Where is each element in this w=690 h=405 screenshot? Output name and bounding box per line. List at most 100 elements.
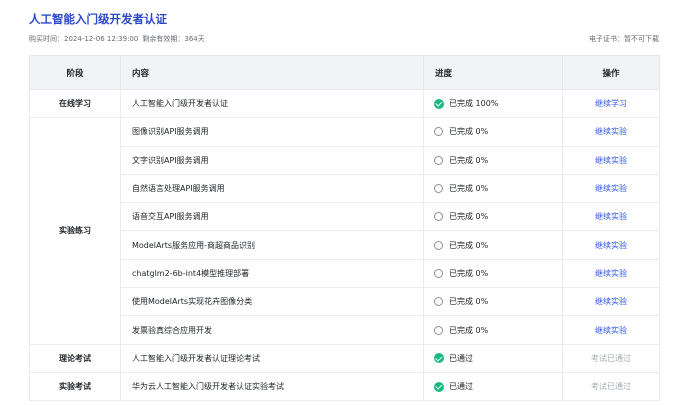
progress-cell: 已完成 0% — [423, 173, 563, 204]
continue-action-link[interactable]: 继续实验 — [595, 241, 627, 250]
progress-status: 已完成 0% — [434, 155, 562, 166]
content-cell: 自然语言处理API服务调用 — [120, 173, 424, 204]
empty-circle-icon — [434, 184, 443, 194]
progress-status: 已完成 0% — [434, 183, 562, 194]
table-row: 理论考试 人工智能入门级开发者认证理论考试 已通过 考试已通过 — [29, 343, 660, 373]
progress-text: 已完成 0% — [449, 268, 489, 278]
progress-cell: 已完成 0% — [423, 230, 563, 260]
stage-cell: 实验练习 — [29, 117, 121, 345]
stage-cell: 理论考试 — [29, 343, 121, 373]
progress-text: 已完成 0% — [449, 297, 489, 307]
progress-cell: 已完成 0% — [423, 258, 563, 289]
progress-text: 已通过 — [449, 382, 473, 392]
certificate-status: 电子证书：暂不可下载 — [589, 34, 659, 44]
continue-action-link[interactable]: 继续实验 — [595, 156, 627, 165]
check-circle-icon — [434, 98, 444, 109]
content-cell: 华为云人工智能入门级开发者认证实验考试 — [120, 371, 424, 402]
continue-action-link[interactable]: 继续实验 — [595, 297, 627, 306]
check-circle-icon — [434, 353, 444, 364]
content-cell: 发票验真综合应用开发 — [120, 315, 424, 345]
table-row: 自然语言处理API服务调用 已完成 0% 继续实验 — [30, 173, 660, 204]
progress-cell: 已完成 0% — [423, 315, 563, 345]
content-cell: ModelArts服务应用-商超商品识别 — [120, 230, 424, 260]
progress-status: 已完成 100% — [434, 98, 562, 109]
table-row: chatglm2-6b-int4模型推理部署 已完成 0% 继续实验 — [30, 258, 660, 289]
table-row: 使用ModelArts实现花卉图像分类 已完成 0% 继续实验 — [30, 287, 660, 317]
progress-cell: 已完成 100% — [423, 88, 563, 119]
progress-status: 已完成 0% — [434, 325, 562, 336]
course-title: 人工智能入门级开发者认证 — [29, 12, 167, 26]
column-header-content: 内容 — [120, 55, 424, 90]
table-row: 发票验真综合应用开发 已完成 0% 继续实验 — [30, 315, 660, 345]
table-row: ModelArts服务应用-商超商品识别 已完成 0% 继续实验 — [30, 230, 660, 260]
exam-passed-label: 考试已通过 — [591, 353, 631, 363]
continue-action-link[interactable]: 继续实验 — [595, 127, 627, 136]
action-cell: 继续实验 — [562, 145, 660, 175]
table-row: 在线学习 人工智能入门级开发者认证 已完成 100% 继续学习 — [29, 88, 660, 119]
table-row: 文字识别API服务调用 已完成 0% 继续实验 — [30, 145, 660, 175]
empty-circle-icon — [434, 212, 443, 222]
progress-status: 已完成 0% — [434, 126, 562, 137]
content-cell: 人工智能入门级开发者认证 — [120, 88, 424, 119]
action-cell: 考试已通过 — [562, 343, 660, 373]
continue-action-link[interactable]: 继续实验 — [595, 212, 627, 221]
certificate-value: 暂不可下载 — [624, 35, 659, 43]
progress-status: 已完成 0% — [434, 296, 562, 307]
progress-cell: 已通过 — [423, 343, 563, 373]
content-cell: 语音交互API服务调用 — [120, 202, 424, 232]
validity-value: 364天 — [184, 35, 205, 43]
empty-circle-icon — [434, 297, 443, 307]
progress-text: 已完成 0% — [449, 184, 489, 194]
progress-text: 已完成 0% — [449, 240, 489, 250]
table-body: 在线学习 人工智能入门级开发者认证 已完成 100% 继续学习实验练习 图像识别API服… — [29, 88, 660, 402]
action-cell: 继续实验 — [562, 287, 660, 317]
continue-action-link[interactable]: 继续学习 — [595, 99, 627, 108]
purchase-time-label: 购买时间： — [29, 35, 64, 43]
content-cell: 文字识别API服务调用 — [120, 145, 424, 175]
action-cell: 继续实验 — [562, 202, 660, 232]
table-row: 语音交互API服务调用 已完成 0% 继续实验 — [30, 202, 660, 232]
progress-text: 已完成 100% — [449, 99, 499, 109]
action-cell: 考试已通过 — [562, 371, 660, 402]
column-header-action: 操作 — [562, 55, 660, 90]
progress-cell: 已完成 0% — [423, 287, 563, 317]
continue-action-link[interactable]: 继续实验 — [595, 269, 627, 278]
stage-cell: 实验考试 — [29, 371, 121, 402]
continue-action-link[interactable]: 继续实验 — [595, 184, 627, 193]
action-cell: 继续实验 — [562, 230, 660, 260]
content-cell: 人工智能入门级开发者认证理论考试 — [120, 343, 424, 373]
action-cell: 继续学习 — [562, 88, 660, 119]
empty-circle-icon — [434, 155, 443, 165]
table-header-row: 阶段 内容 进度 操作 — [29, 55, 660, 90]
continue-action-link[interactable]: 继续实验 — [595, 326, 627, 335]
table-row: 实验练习 图像识别API服务调用 已完成 0% 继续实验 — [29, 117, 660, 345]
content-cell: chatglm2-6b-int4模型推理部署 — [120, 258, 424, 289]
empty-circle-icon — [434, 240, 443, 250]
empty-circle-icon — [434, 325, 443, 335]
table-row: 实验考试 华为云人工智能入门级开发者认证实验考试 已通过 考试已通过 — [29, 371, 660, 402]
validity-label: 剩余有效期： — [142, 35, 185, 43]
progress-cell: 已完成 0% — [423, 202, 563, 232]
purchase-time-value: 2024-12-06 12:39:00 — [64, 35, 139, 43]
progress-text: 已完成 0% — [449, 212, 489, 222]
action-cell: 继续实验 — [562, 258, 660, 289]
empty-circle-icon — [434, 127, 443, 137]
progress-status: 已完成 0% — [434, 211, 562, 222]
progress-text: 已完成 0% — [449, 127, 489, 137]
progress-cell: 已通过 — [423, 371, 563, 402]
check-circle-icon — [434, 381, 444, 392]
empty-circle-icon — [434, 268, 443, 278]
action-cell: 继续实验 — [562, 117, 660, 147]
content-cell: 图像识别API服务调用 — [120, 117, 424, 147]
progress-text: 已完成 0% — [449, 155, 489, 165]
stage-cell: 在线学习 — [29, 88, 121, 119]
progress-status: 已通过 — [434, 381, 562, 392]
certificate-label: 电子证书： — [589, 35, 624, 43]
progress-cell: 已完成 0% — [423, 145, 563, 175]
column-header-progress: 进度 — [423, 55, 563, 90]
progress-status: 已完成 0% — [434, 268, 562, 279]
purchase-meta: 购买时间：2024-12-06 12:39:00 剩余有效期：364天 — [29, 34, 205, 44]
course-progress-table: 阶段 内容 进度 操作 在线学习 人工智能入门级开发者认证 已完成 100% 继续学习… — [29, 55, 660, 402]
progress-text: 已完成 0% — [449, 325, 489, 335]
progress-cell: 已完成 0% — [423, 117, 563, 147]
